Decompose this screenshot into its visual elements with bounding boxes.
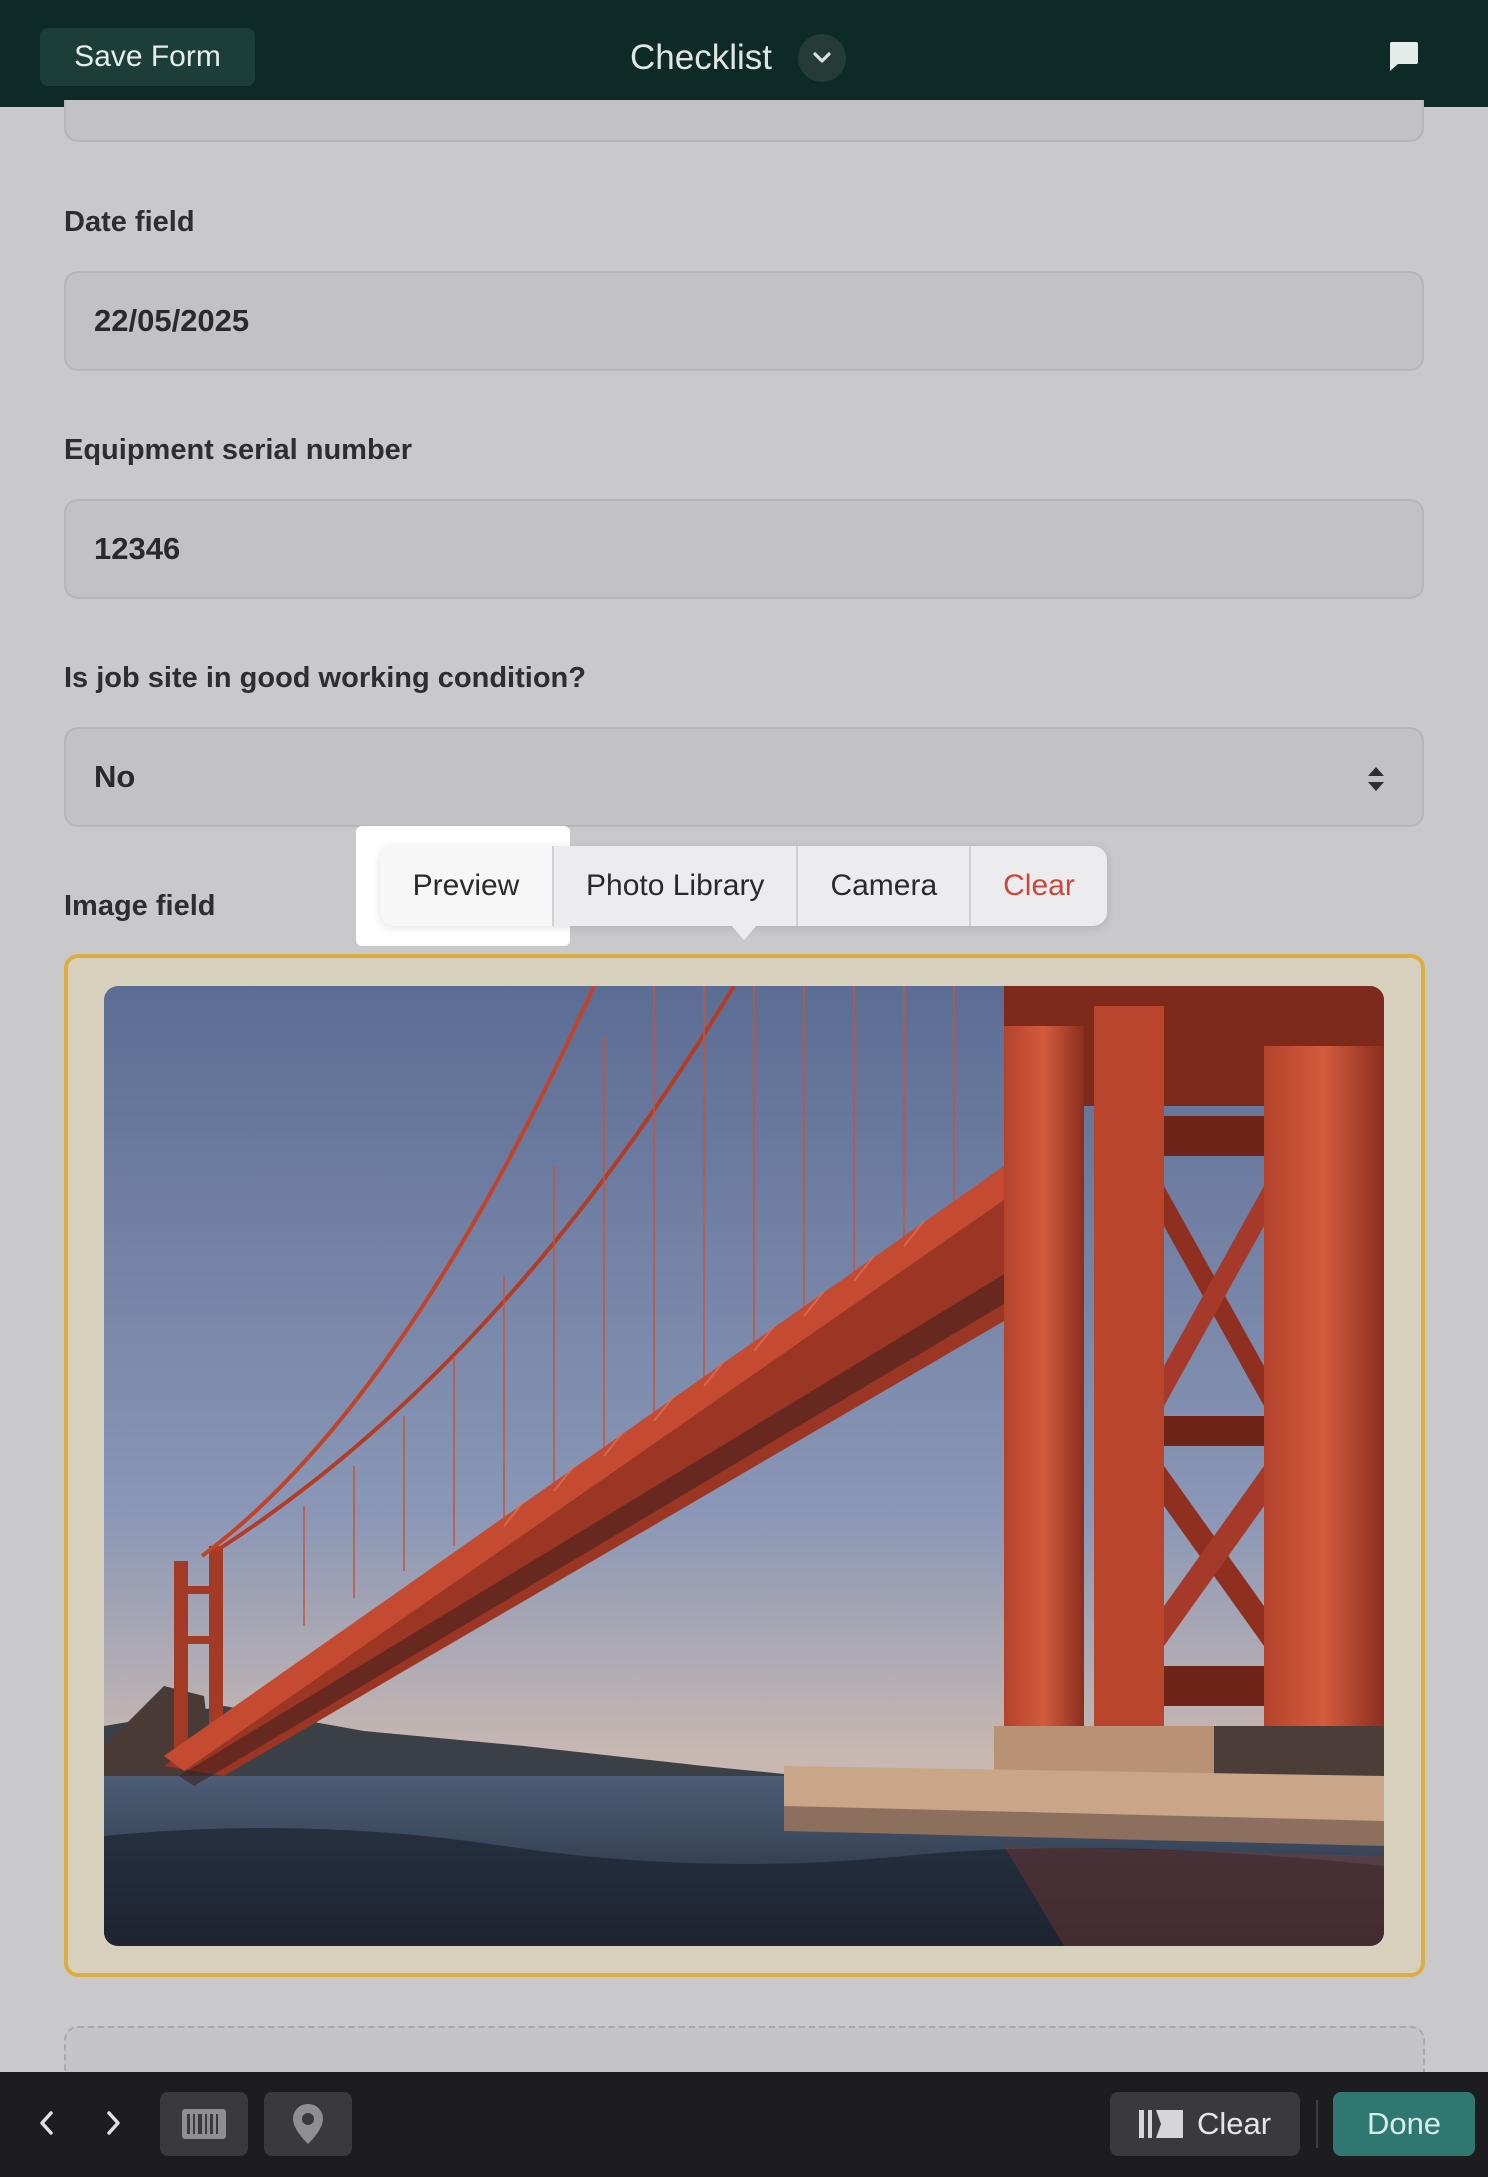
barcode-scan-button[interactable]	[160, 2092, 248, 2156]
location-button[interactable]	[264, 2092, 352, 2156]
save-form-button[interactable]: Save Form	[40, 28, 255, 86]
serial-number-input[interactable]: 12346	[64, 499, 1424, 599]
clear-button-label: Clear	[1196, 2106, 1272, 2141]
clear-menu-item[interactable]: Clear	[969, 846, 1107, 926]
form-title: Checklist	[630, 38, 772, 77]
chevron-down-icon[interactable]	[797, 34, 846, 82]
chevron-left-icon[interactable]	[36, 2108, 58, 2138]
date-field-input[interactable]: 22/05/2025	[64, 271, 1424, 371]
image-field-photo[interactable]	[104, 986, 1384, 1946]
eraser-icon	[1138, 2110, 1183, 2138]
clear-button[interactable]: Clear	[1110, 2092, 1300, 2156]
image-action-menu: Preview Photo Library Camera Clear	[380, 846, 1107, 926]
chevron-right-icon[interactable]	[102, 2108, 124, 2138]
toolbar-divider	[1316, 2100, 1318, 2148]
previous-field-input[interactable]	[64, 100, 1424, 142]
select-arrows-icon	[1368, 767, 1384, 791]
preview-menu-item[interactable]: Preview	[380, 846, 552, 926]
image-field-label: Image field	[64, 890, 216, 922]
form-title-dropdown[interactable]: Checklist	[630, 30, 846, 86]
bottom-toolbar: Clear Done	[0, 2072, 1488, 2177]
condition-select[interactable]: No	[64, 727, 1424, 827]
chat-bubble-icon[interactable]	[1386, 40, 1420, 74]
top-bar: Save Form Checklist	[0, 0, 1488, 107]
condition-label: Is job site in good working condition?	[64, 662, 586, 694]
popover-arrow	[730, 924, 758, 940]
condition-select-value: No	[94, 759, 136, 794]
location-pin-icon	[293, 2104, 323, 2144]
photo-library-menu-item[interactable]: Photo Library	[552, 846, 796, 926]
done-button[interactable]: Done	[1333, 2092, 1475, 2156]
barcode-icon	[182, 2109, 226, 2139]
bridge-photo	[104, 986, 1384, 1946]
serial-number-label: Equipment serial number	[64, 434, 413, 466]
date-field-label: Date field	[64, 206, 195, 238]
camera-menu-item[interactable]: Camera	[796, 846, 969, 926]
